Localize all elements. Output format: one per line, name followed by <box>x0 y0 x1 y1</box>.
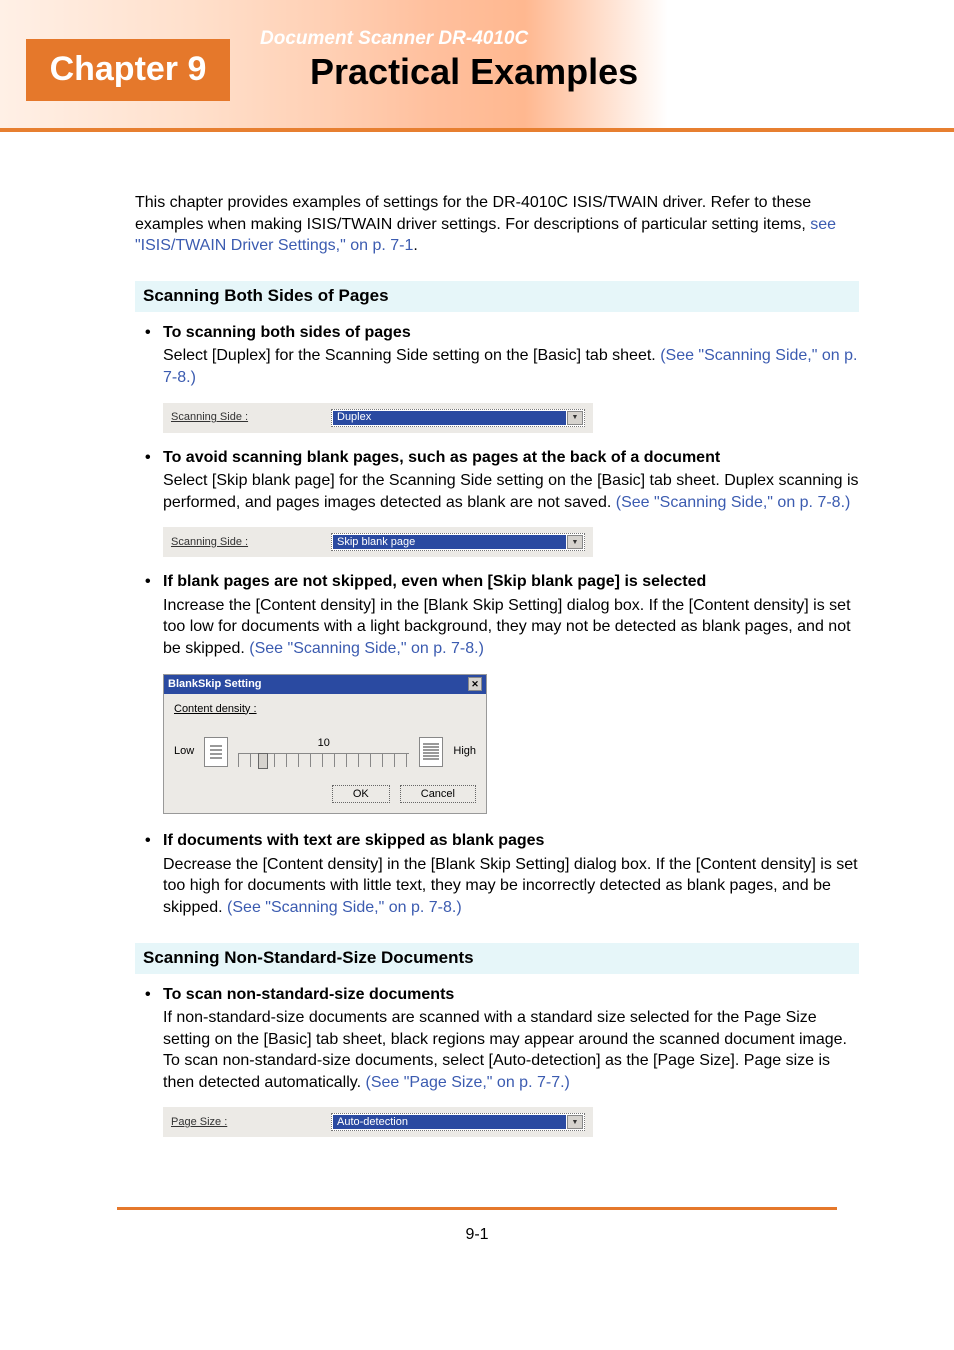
item-body: Select [Duplex] for the Scanning Side se… <box>163 345 859 388</box>
blank-skip-setting-dialog: BlankSkip Setting ✕ Content density : Lo… <box>163 674 487 815</box>
intro-text-end: . <box>413 237 417 254</box>
low-label: Low <box>174 744 194 759</box>
chapter-number-box: Chapter 9 <box>26 39 230 101</box>
dropdown-value: Auto-detection <box>333 1115 566 1129</box>
item-body-text: Select [Duplex] for the Scanning Side se… <box>163 347 660 364</box>
chevron-down-icon[interactable]: ▼ <box>567 535 583 549</box>
item-link[interactable]: (See "Scanning Side," on p. 7-8.) <box>227 899 462 916</box>
page-content: This chapter provides examples of settin… <box>0 132 954 1137</box>
field-label: Page Size : <box>171 1115 321 1130</box>
item-link[interactable]: (See "Scanning Side," on p. 7-8.) <box>249 640 484 657</box>
item-title: If documents with text are skipped as bl… <box>163 830 859 852</box>
close-icon[interactable]: ✕ <box>468 677 482 691</box>
item-title: If blank pages are not skipped, even whe… <box>163 571 859 593</box>
item-title: To scan non-standard-size documents <box>163 984 859 1006</box>
list-item: If blank pages are not skipped, even whe… <box>149 571 859 659</box>
list-item: To avoid scanning blank pages, such as p… <box>149 447 859 514</box>
dialog-title: BlankSkip Setting <box>168 677 262 692</box>
dropdown-value: Duplex <box>333 411 566 425</box>
chevron-down-icon[interactable]: ▼ <box>567 1115 583 1129</box>
slider-handle[interactable] <box>258 753 268 769</box>
item-body: Decrease the [Content density] in the [B… <box>163 854 859 919</box>
chevron-down-icon[interactable]: ▼ <box>567 411 583 425</box>
page-header: Document Scanner DR-4010C Chapter 9 Prac… <box>0 0 954 132</box>
item-title: To scanning both sides of pages <box>163 322 859 344</box>
item-body: Select [Skip blank page] for the Scannin… <box>163 470 859 513</box>
low-density-thumbnail-icon <box>204 737 228 767</box>
item-link[interactable]: (See "Scanning Side," on p. 7-8.) <box>616 494 851 511</box>
high-density-thumbnail-icon <box>419 737 443 767</box>
list-item: To scan non-standard-size documents If n… <box>149 984 859 1094</box>
density-slider[interactable]: 10 <box>238 736 409 767</box>
dropdown[interactable]: Auto-detection ▼ <box>331 1113 585 1131</box>
scanning-side-selector-skip-blank: Scanning Side : Skip blank page ▼ <box>163 527 593 557</box>
high-label: High <box>453 744 476 759</box>
ok-button[interactable]: OK <box>332 785 390 803</box>
chapter-title: Practical Examples <box>310 48 638 97</box>
dropdown[interactable]: Duplex ▼ <box>331 409 585 427</box>
page-footer: 9-1 <box>117 1207 837 1246</box>
dropdown-value: Skip blank page <box>333 535 566 549</box>
list-item: To scanning both sides of pages Select [… <box>149 322 859 389</box>
field-label: Scanning Side : <box>171 535 321 550</box>
dialog-titlebar: BlankSkip Setting ✕ <box>164 675 486 694</box>
item-link[interactable]: (See "Page Size," on p. 7-7.) <box>366 1074 570 1091</box>
slider-value: 10 <box>238 736 409 751</box>
section-heading-non-standard-size: Scanning Non-Standard-Size Documents <box>135 943 859 974</box>
page-size-selector: Page Size : Auto-detection ▼ <box>163 1107 593 1137</box>
scanning-side-selector-duplex: Scanning Side : Duplex ▼ <box>163 403 593 433</box>
field-label: Scanning Side : <box>171 410 321 425</box>
cancel-button[interactable]: Cancel <box>400 785 476 803</box>
content-density-label: Content density : <box>174 702 476 717</box>
item-body: If non-standard-size documents are scann… <box>163 1007 859 1093</box>
slider-track[interactable] <box>238 753 409 767</box>
page-number: 9-1 <box>465 1226 488 1243</box>
dropdown[interactable]: Skip blank page ▼ <box>331 533 585 551</box>
item-body: Increase the [Content density] in the [B… <box>163 595 859 660</box>
intro-text: This chapter provides examples of settin… <box>135 194 811 233</box>
section-heading-scanning-both-sides: Scanning Both Sides of Pages <box>135 281 859 312</box>
item-title: To avoid scanning blank pages, such as p… <box>163 447 859 469</box>
list-item: If documents with text are skipped as bl… <box>149 830 859 918</box>
intro-paragraph: This chapter provides examples of settin… <box>135 192 859 257</box>
